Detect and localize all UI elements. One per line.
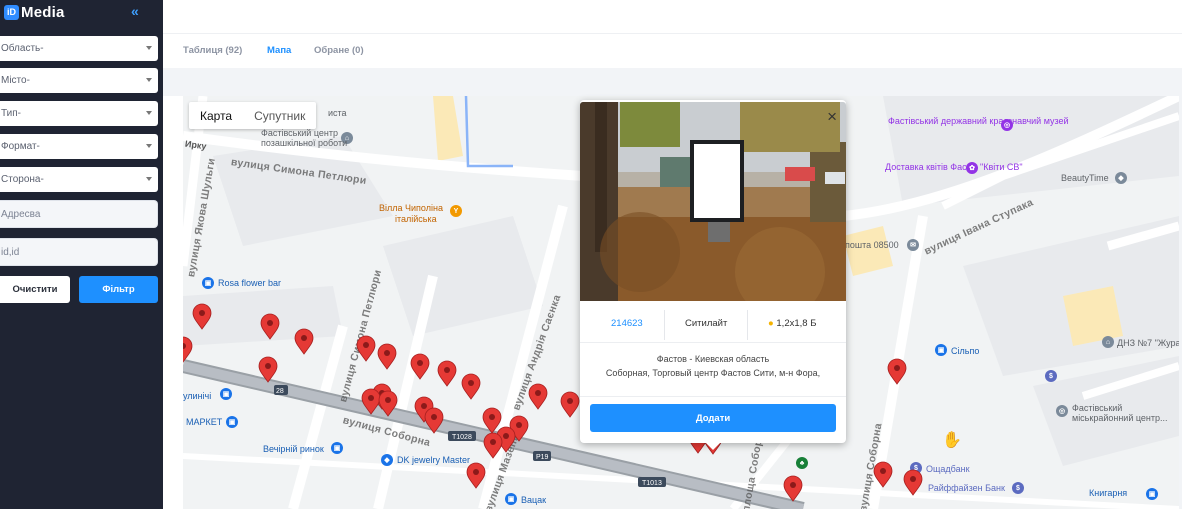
oblast-select-value: Область-: [1, 43, 44, 54]
chevron-down-icon: [146, 144, 152, 148]
type-select-value: Тип-: [1, 108, 21, 119]
sidebar: iD Media « Область- Місто- Тип- Формат- …: [0, 0, 163, 509]
billboard-size-value: 1,2х1,8 Б: [776, 318, 817, 329]
divider: [747, 310, 748, 340]
logo-badge: iD: [4, 4, 19, 20]
map-marker[interactable]: [528, 383, 548, 410]
map-marker[interactable]: [183, 336, 193, 363]
collapse-sidebar-icon[interactable]: «: [131, 3, 139, 19]
map-marker[interactable]: [377, 343, 397, 370]
city-select-value: Місто-: [1, 75, 30, 86]
map-marker[interactable]: [873, 461, 893, 488]
billboard-popup: × 214623 Ситилайт ● 1,2х1,8 Б Фастов - К…: [580, 100, 846, 443]
hand-cursor-icon: ✋: [942, 432, 962, 449]
map-marker[interactable]: [258, 356, 278, 383]
map-marker[interactable]: [887, 358, 907, 385]
map-marker[interactable]: [466, 462, 486, 489]
side-select-value: Сторона-: [1, 174, 44, 185]
billboard-city: Фастов - Киевская область: [656, 354, 770, 364]
tab-table[interactable]: Таблиця (92): [183, 45, 242, 56]
close-icon[interactable]: ×: [827, 108, 837, 125]
map-marker[interactable]: [461, 373, 481, 400]
format-select[interactable]: Формат-: [0, 134, 158, 159]
divider: [580, 396, 846, 397]
side-select[interactable]: Сторона-: [0, 167, 158, 192]
address-input[interactable]: Адресва: [0, 200, 158, 228]
map-marker[interactable]: [483, 432, 503, 459]
tab-favorites[interactable]: Обране (0): [314, 45, 364, 56]
chevron-down-icon: [146, 111, 152, 115]
billboard-id[interactable]: 214623: [611, 318, 643, 329]
logo-text: Media: [21, 3, 65, 21]
chevron-down-icon: [146, 46, 152, 50]
billboard-photo: [580, 102, 846, 301]
view-tabs: Таблиця (92) Мапа Обране (0): [163, 35, 1182, 68]
billboard-type: Ситилайт: [685, 318, 728, 329]
tab-map[interactable]: Мапа: [267, 45, 291, 56]
map-marker[interactable]: [378, 390, 398, 417]
map-marker[interactable]: [294, 328, 314, 355]
billboard-address: Соборная, Торговый центр Фастов Сити, м-…: [605, 368, 821, 378]
chevron-down-icon: [146, 177, 152, 181]
logo[interactable]: iD Media: [4, 3, 65, 21]
type-select[interactable]: Тип-: [0, 101, 158, 126]
filter-button[interactable]: Фільтр: [79, 276, 158, 303]
top-bar: [163, 0, 1182, 34]
map-marker[interactable]: [424, 407, 444, 434]
clear-button[interactable]: Очистити: [0, 276, 70, 303]
format-select-value: Формат-: [1, 141, 40, 152]
divider: [580, 342, 846, 343]
id-input[interactable]: id,id: [0, 238, 158, 266]
map-marker[interactable]: [356, 335, 376, 362]
map-marker[interactable]: [783, 475, 803, 502]
map-marker[interactable]: [361, 388, 381, 415]
map-marker[interactable]: [482, 407, 502, 434]
map-marker[interactable]: [560, 391, 580, 418]
add-button[interactable]: Додати: [590, 404, 836, 432]
oblast-select[interactable]: Область-: [0, 36, 158, 61]
map-gutter: [163, 68, 1182, 96]
city-select[interactable]: Місто-: [0, 68, 158, 93]
map-marker[interactable]: [437, 360, 457, 387]
lightbulb-icon: ●: [768, 318, 774, 329]
map-marker[interactable]: [260, 313, 280, 340]
map-marker[interactable]: [192, 303, 212, 330]
map-marker[interactable]: [903, 469, 923, 496]
popup-tail: [704, 441, 722, 450]
divider: [664, 310, 665, 340]
map-marker[interactable]: [410, 353, 430, 380]
billboard-size: ● 1,2х1,8 Б: [768, 318, 816, 329]
chevron-down-icon: [146, 78, 152, 82]
